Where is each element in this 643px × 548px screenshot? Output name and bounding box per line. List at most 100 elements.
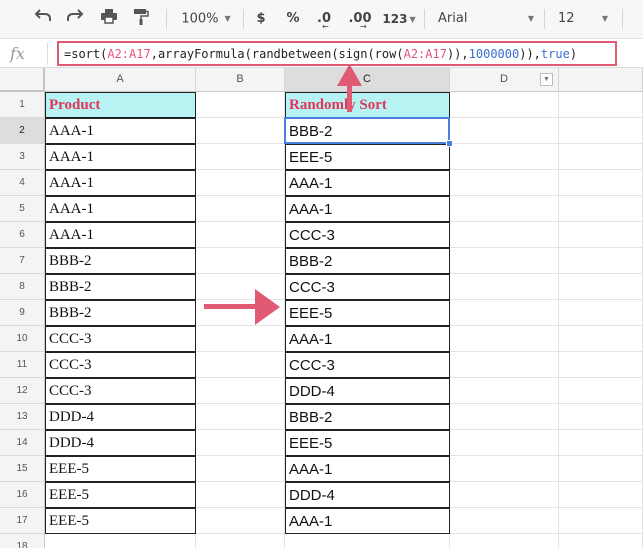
- percent-format-button[interactable]: %: [282, 8, 304, 30]
- product-cell[interactable]: EEE-5: [45, 508, 196, 534]
- row-header[interactable]: 4: [0, 170, 45, 196]
- zoom-select[interactable]: 100% ▼: [176, 8, 236, 30]
- empty-cell[interactable]: [559, 508, 643, 534]
- product-cell[interactable]: EEE-5: [45, 482, 196, 508]
- column-header-blank[interactable]: [559, 68, 643, 92]
- empty-cell[interactable]: [450, 456, 559, 482]
- sorted-cell[interactable]: BBB-2: [285, 404, 450, 430]
- empty-cell[interactable]: [450, 118, 559, 144]
- empty-cell[interactable]: [196, 274, 285, 300]
- empty-cell[interactable]: [196, 508, 285, 534]
- empty-cell[interactable]: [196, 456, 285, 482]
- column-header-b[interactable]: B: [196, 68, 285, 92]
- sorted-cell[interactable]: AAA-1: [285, 326, 450, 352]
- empty-cell[interactable]: [196, 482, 285, 508]
- empty-cell[interactable]: [559, 222, 643, 248]
- sorted-cell[interactable]: AAA-1: [285, 456, 450, 482]
- row-header[interactable]: 5: [0, 196, 45, 222]
- row-header[interactable]: 16: [0, 482, 45, 508]
- row-header[interactable]: 8: [0, 274, 45, 300]
- sorted-cell[interactable]: EEE-5: [285, 144, 450, 170]
- sorted-cell[interactable]: AAA-1: [285, 170, 450, 196]
- sorted-cell[interactable]: BBB-2: [285, 118, 450, 144]
- fill-handle[interactable]: [446, 140, 453, 147]
- row-header[interactable]: 15: [0, 456, 45, 482]
- product-cell[interactable]: EEE-5: [45, 456, 196, 482]
- row-header[interactable]: 7: [0, 248, 45, 274]
- empty-cell[interactable]: [450, 248, 559, 274]
- sorted-cell[interactable]: CCC-3: [285, 352, 450, 378]
- empty-cell[interactable]: [196, 92, 285, 118]
- empty-cell[interactable]: [450, 144, 559, 170]
- column-d-menu-button[interactable]: ▼: [540, 73, 553, 86]
- undo-button[interactable]: [30, 8, 56, 30]
- empty-cell[interactable]: [450, 222, 559, 248]
- empty-cell[interactable]: [450, 300, 559, 326]
- sorted-cell[interactable]: DDD-4: [285, 378, 450, 404]
- empty-cell[interactable]: [450, 326, 559, 352]
- empty-cell[interactable]: [450, 274, 559, 300]
- sorted-cell[interactable]: BBB-2: [285, 248, 450, 274]
- empty-cell[interactable]: [196, 170, 285, 196]
- empty-cell[interactable]: [196, 144, 285, 170]
- row-header[interactable]: 10: [0, 326, 45, 352]
- product-cell[interactable]: BBB-2: [45, 274, 196, 300]
- row-header[interactable]: 9: [0, 300, 45, 326]
- row-header[interactable]: 14: [0, 430, 45, 456]
- empty-cell[interactable]: [285, 534, 450, 548]
- currency-format-button[interactable]: $: [250, 8, 272, 30]
- product-cell[interactable]: CCC-3: [45, 326, 196, 352]
- empty-cell[interactable]: [559, 482, 643, 508]
- sorted-cell[interactable]: CCC-3: [285, 274, 450, 300]
- empty-cell[interactable]: [559, 248, 643, 274]
- empty-cell[interactable]: [196, 118, 285, 144]
- row-header[interactable]: 6: [0, 222, 45, 248]
- empty-cell[interactable]: [196, 404, 285, 430]
- font-select[interactable]: Arial ▼: [432, 8, 536, 30]
- empty-cell[interactable]: [196, 352, 285, 378]
- empty-cell[interactable]: [450, 170, 559, 196]
- random-sort-header-cell[interactable]: Randomly Sort: [285, 92, 450, 118]
- product-header-cell[interactable]: Product: [45, 92, 196, 118]
- row-header[interactable]: 3: [0, 144, 45, 170]
- empty-cell[interactable]: [196, 248, 285, 274]
- sorted-cell[interactable]: EEE-5: [285, 300, 450, 326]
- empty-cell[interactable]: [559, 404, 643, 430]
- product-cell[interactable]: DDD-4: [45, 430, 196, 456]
- empty-cell[interactable]: [196, 222, 285, 248]
- column-header-c[interactable]: C: [285, 68, 450, 92]
- paint-format-button[interactable]: [128, 8, 154, 30]
- product-cell[interactable]: AAA-1: [45, 222, 196, 248]
- product-cell[interactable]: BBB-2: [45, 248, 196, 274]
- empty-cell[interactable]: [559, 274, 643, 300]
- row-header[interactable]: 1: [0, 92, 45, 118]
- product-cell[interactable]: BBB-2: [45, 300, 196, 326]
- empty-cell[interactable]: [559, 118, 643, 144]
- empty-cell[interactable]: [450, 404, 559, 430]
- empty-cell[interactable]: [559, 456, 643, 482]
- empty-cell[interactable]: [450, 196, 559, 222]
- sorted-cell[interactable]: AAA-1: [285, 196, 450, 222]
- product-cell[interactable]: AAA-1: [45, 170, 196, 196]
- empty-cell[interactable]: [196, 430, 285, 456]
- sorted-cell[interactable]: EEE-5: [285, 430, 450, 456]
- empty-cell[interactable]: [196, 378, 285, 404]
- sorted-cell[interactable]: CCC-3: [285, 222, 450, 248]
- sorted-cell[interactable]: DDD-4: [285, 482, 450, 508]
- empty-cell[interactable]: [450, 352, 559, 378]
- empty-cell[interactable]: [196, 196, 285, 222]
- empty-cell[interactable]: [559, 352, 643, 378]
- empty-cell[interactable]: [559, 196, 643, 222]
- product-cell[interactable]: AAA-1: [45, 196, 196, 222]
- product-cell[interactable]: AAA-1: [45, 144, 196, 170]
- empty-cell[interactable]: [559, 170, 643, 196]
- empty-cell[interactable]: [559, 144, 643, 170]
- select-all-corner[interactable]: [0, 68, 45, 92]
- decrease-decimal-button[interactable]: .0 ←: [310, 8, 338, 31]
- column-header-a[interactable]: A: [45, 68, 196, 92]
- formula-input[interactable]: =sort(A2:A17,arrayFormula(randbetween(si…: [57, 41, 617, 66]
- sorted-cell[interactable]: AAA-1: [285, 508, 450, 534]
- empty-cell[interactable]: [196, 534, 285, 548]
- row-header[interactable]: 11: [0, 352, 45, 378]
- empty-cell[interactable]: [559, 92, 643, 118]
